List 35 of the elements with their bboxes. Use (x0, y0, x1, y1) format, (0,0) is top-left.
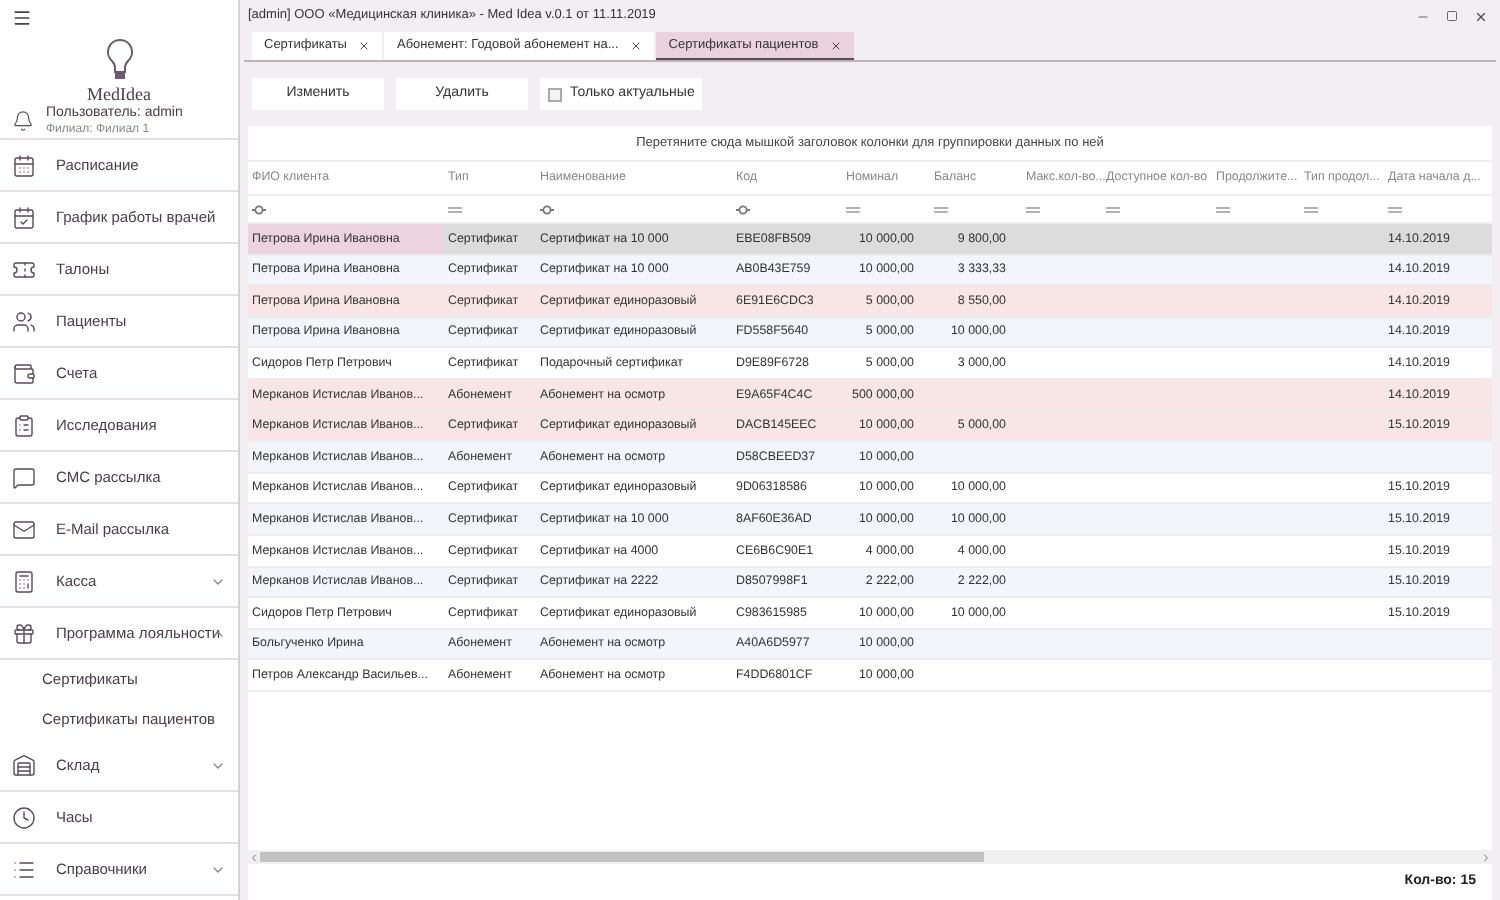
bell-icon[interactable] (12, 110, 34, 132)
scroll-left-icon[interactable] (248, 851, 260, 863)
gift-icon (12, 621, 36, 645)
close-icon[interactable] (830, 39, 843, 51)
equals-icon[interactable] (934, 205, 948, 213)
mail-icon (12, 517, 36, 541)
equals-icon[interactable] (1216, 205, 1230, 213)
equals-icon[interactable] (1304, 205, 1318, 213)
calendar-icon (12, 153, 36, 177)
warehouse-icon (12, 753, 36, 777)
filter-icon[interactable] (736, 203, 750, 215)
scrollbar-thumb[interactable] (260, 852, 984, 862)
message-icon (12, 465, 36, 489)
equals-icon[interactable] (1388, 205, 1402, 213)
logo-text: MedIdea (87, 86, 151, 104)
clipboard-icon (12, 413, 36, 437)
filter-icon[interactable] (540, 203, 554, 215)
close-icon[interactable] (1474, 9, 1488, 23)
clock-icon (12, 805, 36, 829)
filter-icon[interactable] (252, 203, 266, 215)
close-icon[interactable] (358, 40, 371, 52)
menu-icon[interactable] (12, 8, 32, 28)
close-icon[interactable] (630, 40, 643, 52)
maximize-icon[interactable] (1446, 10, 1458, 22)
lightbulb-logo-icon (105, 38, 133, 82)
ticket-icon (12, 257, 36, 281)
checkbox[interactable] (548, 87, 562, 101)
scroll-right-icon[interactable] (1480, 851, 1492, 863)
equals-icon[interactable] (1106, 205, 1120, 213)
calendar-check-icon (12, 205, 36, 229)
people-icon (12, 309, 36, 333)
equals-icon[interactable] (846, 205, 860, 213)
equals-icon[interactable] (448, 205, 462, 213)
equals-icon[interactable] (1026, 205, 1040, 213)
wallet-icon (12, 361, 36, 385)
